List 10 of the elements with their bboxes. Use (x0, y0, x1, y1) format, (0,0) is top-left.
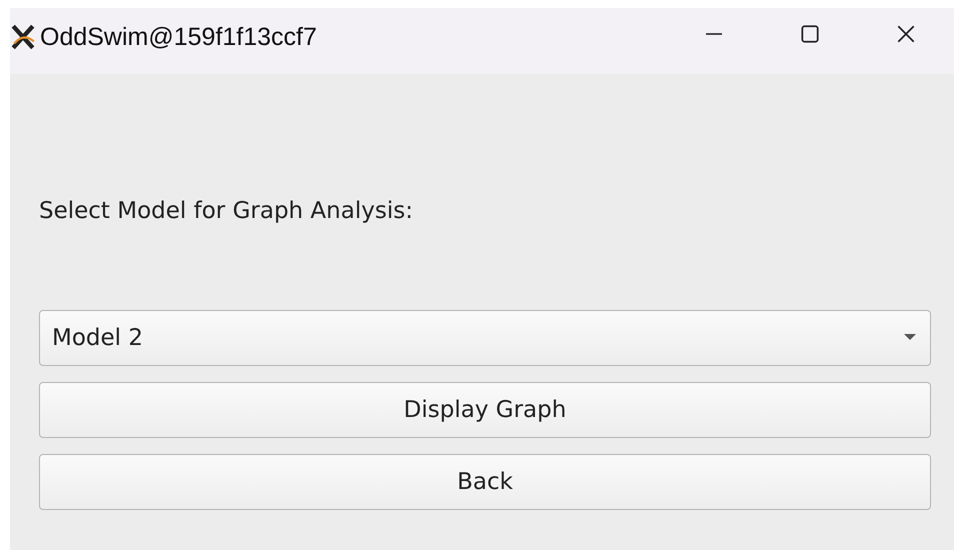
action-button[interactable]: Display Graph (39, 382, 931, 438)
model-dropdown[interactable]: Model 2 (39, 310, 931, 366)
minimize-icon (703, 33, 725, 35)
close-icon (895, 23, 917, 45)
action-button[interactable]: Back (39, 454, 931, 510)
x-logo-icon (10, 24, 36, 50)
window-title: OddSwim@159f1f13ccf7 (40, 22, 317, 52)
prompt-label: Select Model for Graph Analysis: (39, 198, 413, 224)
dropdown-arrow-icon (904, 334, 916, 342)
maximize-icon (799, 23, 821, 45)
